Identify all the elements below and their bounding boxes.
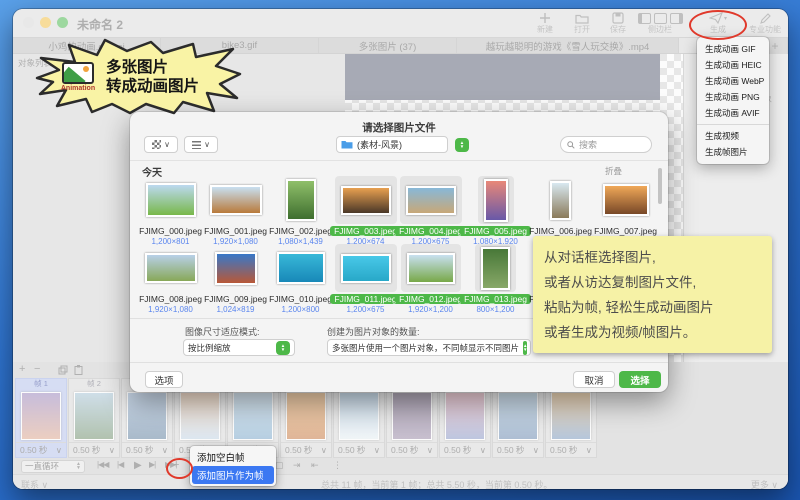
file-thumbnail [286,179,316,221]
file-item[interactable]: FJIMG_010.jpeg 1,200×800 [268,244,333,314]
file-item[interactable]: FJIMG_003.jpeg 1,200×674 [333,176,398,246]
object-count-label: 创建为图片对象的数量: [327,325,420,338]
search-icon [567,141,575,149]
file-item[interactable]: FJIMG_011.jpeg 1,200×675 [333,244,398,314]
search-input[interactable]: 搜索 [560,136,652,153]
file-thumbnail [210,185,262,215]
generate-menu-item[interactable]: 生成动画 HEIC [697,57,769,73]
file-item[interactable]: FJIMG_001.jpeg 1,920×1,080 [203,176,268,246]
folder-icon [341,140,353,149]
file-thumbnail [277,252,325,284]
add-frame-menu-item[interactable]: 添加图片作为帧 [192,466,274,484]
list-view-button[interactable]: ∨ [184,136,218,153]
callout-text: 多张图片 转成动画图片 [106,58,199,96]
stepper-icon: ▲▼ [276,341,290,355]
generate-menu-item[interactable]: 生成动画 AVIF [697,105,769,121]
menu-separator [697,124,769,125]
file-item[interactable]: FJIMG_005.jpeg 1,080×1,920 [463,176,528,246]
generate-menu-item[interactable]: 生成动画 PNG [697,89,769,105]
file-thumbnail [406,186,456,215]
choose-button[interactable]: 选择 [619,371,661,388]
file-thumbnail [145,253,197,283]
annotation-circle-generate [689,10,747,40]
file-item[interactable]: FJIMG_012.jpeg 1,920×1,200 [398,244,463,314]
generate-menu-item[interactable]: 生成动画 WebP [697,73,769,89]
cancel-button[interactable]: 取消 [573,371,615,388]
generate-menu-item[interactable]: 生成帧图片 [697,144,769,160]
add-frame-menu: 添加空白帧 添加图片作为帧 [190,446,276,486]
file-item[interactable]: FJIMG_013.jpeg 800×1,200 [463,244,528,314]
stepper-icon: ▲▼ [523,341,527,355]
file-thumbnail [484,179,508,222]
generate-menu: 生成动画 GIF生成动画 HEIC生成动画 WebP生成动画 PNG生成动画 A… [697,37,769,164]
file-thumbnail [603,184,649,216]
size-mode-label: 图像尺寸适应模式: [185,325,260,338]
add-frame-menu-item[interactable]: 添加空白帧 [192,448,274,466]
animation-icon: Animation [57,62,99,92]
file-thumbnail [215,252,257,285]
file-item[interactable]: FJIMG_009.jpeg 1,024×819 [203,244,268,314]
annotation-circle-add [166,458,193,479]
file-thumbnail [481,247,510,290]
file-item[interactable]: FJIMG_008.jpeg 1,920×1,080 [138,244,203,314]
file-thumbnail [407,253,455,284]
options-button[interactable]: 选项 [145,371,183,388]
file-thumbnail [341,186,391,215]
generate-menu-item[interactable]: 生成视频 [697,128,769,144]
tip-note: 从对话框选择图片, 或者从访达复制图片文件, 粘贴为帧, 轻松生成动画图片 或者… [533,236,772,353]
grid-view-icon [152,140,161,149]
stepper-icon: ▲▼ [455,138,469,152]
generate-menu-item[interactable]: 生成动画 GIF [697,41,769,57]
desktop: 未命名 2 新建 打开 保存 [0,0,800,500]
chevron-down-icon: ∨ [164,140,170,149]
file-thumbnail [341,254,391,283]
file-item[interactable]: FJIMG_004.jpeg 1,200×675 [398,176,463,246]
object-count-select[interactable]: 多张图片使用一个图片对象，不同帧显示不同图片 ▲▼ [327,339,531,356]
feature-callout: Animation 多张图片 转成动画图片 [33,38,243,116]
file-thumbnail [550,181,571,220]
folder-select[interactable]: (素材-风景) ▲▼ [336,136,448,153]
app-window: 未命名 2 新建 打开 保存 [13,9,788,489]
icon-view-button[interactable]: ∨ [144,136,178,153]
file-item[interactable]: FJIMG_002.jpeg 1,080×1,439 [268,176,333,246]
size-mode-select[interactable]: 按比例缩放 ▲▼ [183,339,295,356]
list-view-icon [192,141,201,149]
file-item[interactable]: FJIMG_000.jpeg 1,200×801 [138,176,203,246]
chevron-down-icon: ∨ [204,140,210,149]
file-thumbnail [146,183,196,217]
